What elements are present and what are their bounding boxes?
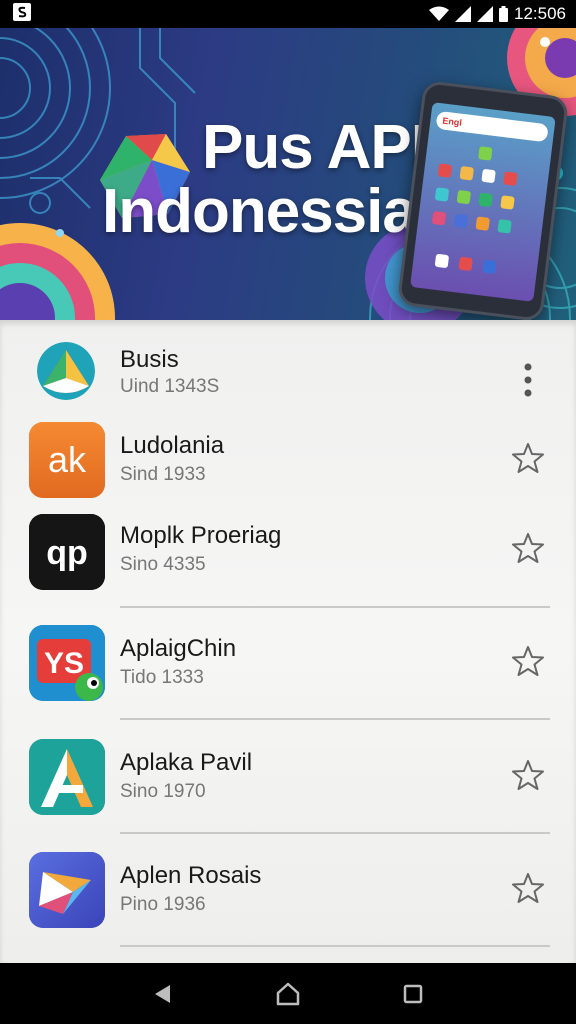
- list-item[interactable]: qp Moplk Proeriag Sino 4335: [0, 510, 576, 610]
- banner-title: Pus APR Indonessia: [102, 113, 456, 246]
- divider: [120, 606, 550, 608]
- back-triangle-icon: [154, 984, 170, 1003]
- banner-title-line-1: Pus APR: [202, 113, 456, 182]
- signal-icon-2: [477, 6, 493, 22]
- phone-app-icon: [500, 195, 515, 210]
- aplaigchin-glyph: YS: [44, 647, 84, 680]
- home-button[interactable]: [268, 974, 308, 1014]
- app-list: Busis Uind 1343S ak Ludolania Sind 1933 …: [0, 320, 576, 963]
- phone-search-bar: Engl: [435, 110, 549, 143]
- recents-square-icon: [404, 984, 423, 1003]
- phone-app-icon: [482, 259, 497, 275]
- busis-app-icon: [37, 342, 95, 400]
- star-icon[interactable]: [512, 532, 544, 564]
- more-vert-icon[interactable]: [512, 363, 544, 397]
- app-name: Busis: [120, 346, 179, 373]
- divider: [120, 832, 550, 834]
- app-subtitle: Pino 1936: [120, 894, 206, 915]
- app-subtitle: Uind 1343S: [120, 376, 220, 397]
- back-button[interactable]: [143, 974, 183, 1014]
- navigation-bar: [0, 963, 576, 1024]
- phone-app-icon: [478, 192, 493, 208]
- home-icon: [276, 982, 300, 1005]
- app-name: Aplaka Pavil: [120, 749, 253, 776]
- phone-app-icon: [434, 253, 450, 269]
- phone-app-icon: [503, 171, 518, 186]
- star-icon[interactable]: [512, 872, 544, 904]
- wifi-icon: [429, 6, 449, 22]
- list-item[interactable]: YS AplaigChin Tido 1333: [0, 623, 576, 723]
- app-subtitle: Sind 1933: [120, 464, 206, 485]
- phone-illustration: Engl: [396, 79, 570, 320]
- app-subtitle: Sino 4335: [120, 554, 206, 575]
- banner-title-line-2: Indonessia: [102, 177, 417, 246]
- hero-banner: Pus APR Indonessia Engl: [0, 28, 576, 320]
- signal-icon: [455, 6, 471, 22]
- moplk-glyph: qp: [46, 534, 88, 572]
- app-subtitle: Tido 1333: [120, 667, 204, 688]
- list-item[interactable]: Aplaka Pavil Sino 1970: [0, 737, 576, 837]
- phone-screen: Engl: [410, 102, 556, 302]
- app-name: AplaigChin: [120, 635, 237, 662]
- list-item[interactable]: ak Ludolania Sind 1933: [0, 420, 576, 520]
- aplaka-app-icon: [29, 739, 105, 815]
- phone-app-icon: [481, 168, 496, 184]
- ludolania-glyph: ak: [48, 439, 87, 480]
- status-bar: 12:506: [0, 0, 576, 28]
- app-name: Moplk Proeriag: [120, 522, 282, 549]
- star-icon[interactable]: [512, 645, 544, 677]
- phone-app-icon: [434, 187, 450, 202]
- phone-app-icon: [458, 256, 473, 272]
- list-item[interactable]: Busis Uind 1343S: [0, 332, 576, 432]
- aplen-app-icon: [29, 852, 105, 928]
- phone-app-icon: [431, 211, 447, 226]
- divider: [120, 718, 550, 720]
- status-time: 12:506: [514, 4, 566, 23]
- phone-app-icon: [453, 213, 469, 229]
- phone-app-icon: [475, 216, 490, 231]
- phone-app-icon: [437, 163, 453, 178]
- phone-app-icon: [456, 189, 472, 205]
- phone-app-icon: [497, 219, 512, 234]
- ludolania-app-icon: ak: [29, 422, 105, 498]
- notification-s-icon: [12, 2, 32, 27]
- star-icon[interactable]: [512, 442, 544, 474]
- list-item[interactable]: Aplen Rosais Pino 1936: [0, 850, 576, 950]
- app-subtitle: Sino 1970: [120, 781, 206, 802]
- battery-icon: [499, 6, 508, 22]
- recents-button[interactable]: [393, 974, 433, 1014]
- star-icon[interactable]: [512, 759, 544, 791]
- divider: [120, 945, 550, 947]
- phone-app-icon: [459, 166, 474, 181]
- app-name: Ludolania: [120, 432, 225, 459]
- aplaigchin-app-icon: YS: [29, 625, 105, 701]
- app-name: Aplen Rosais: [120, 862, 262, 889]
- moplk-app-icon: qp: [29, 514, 105, 590]
- phone-app-icon: [478, 146, 493, 161]
